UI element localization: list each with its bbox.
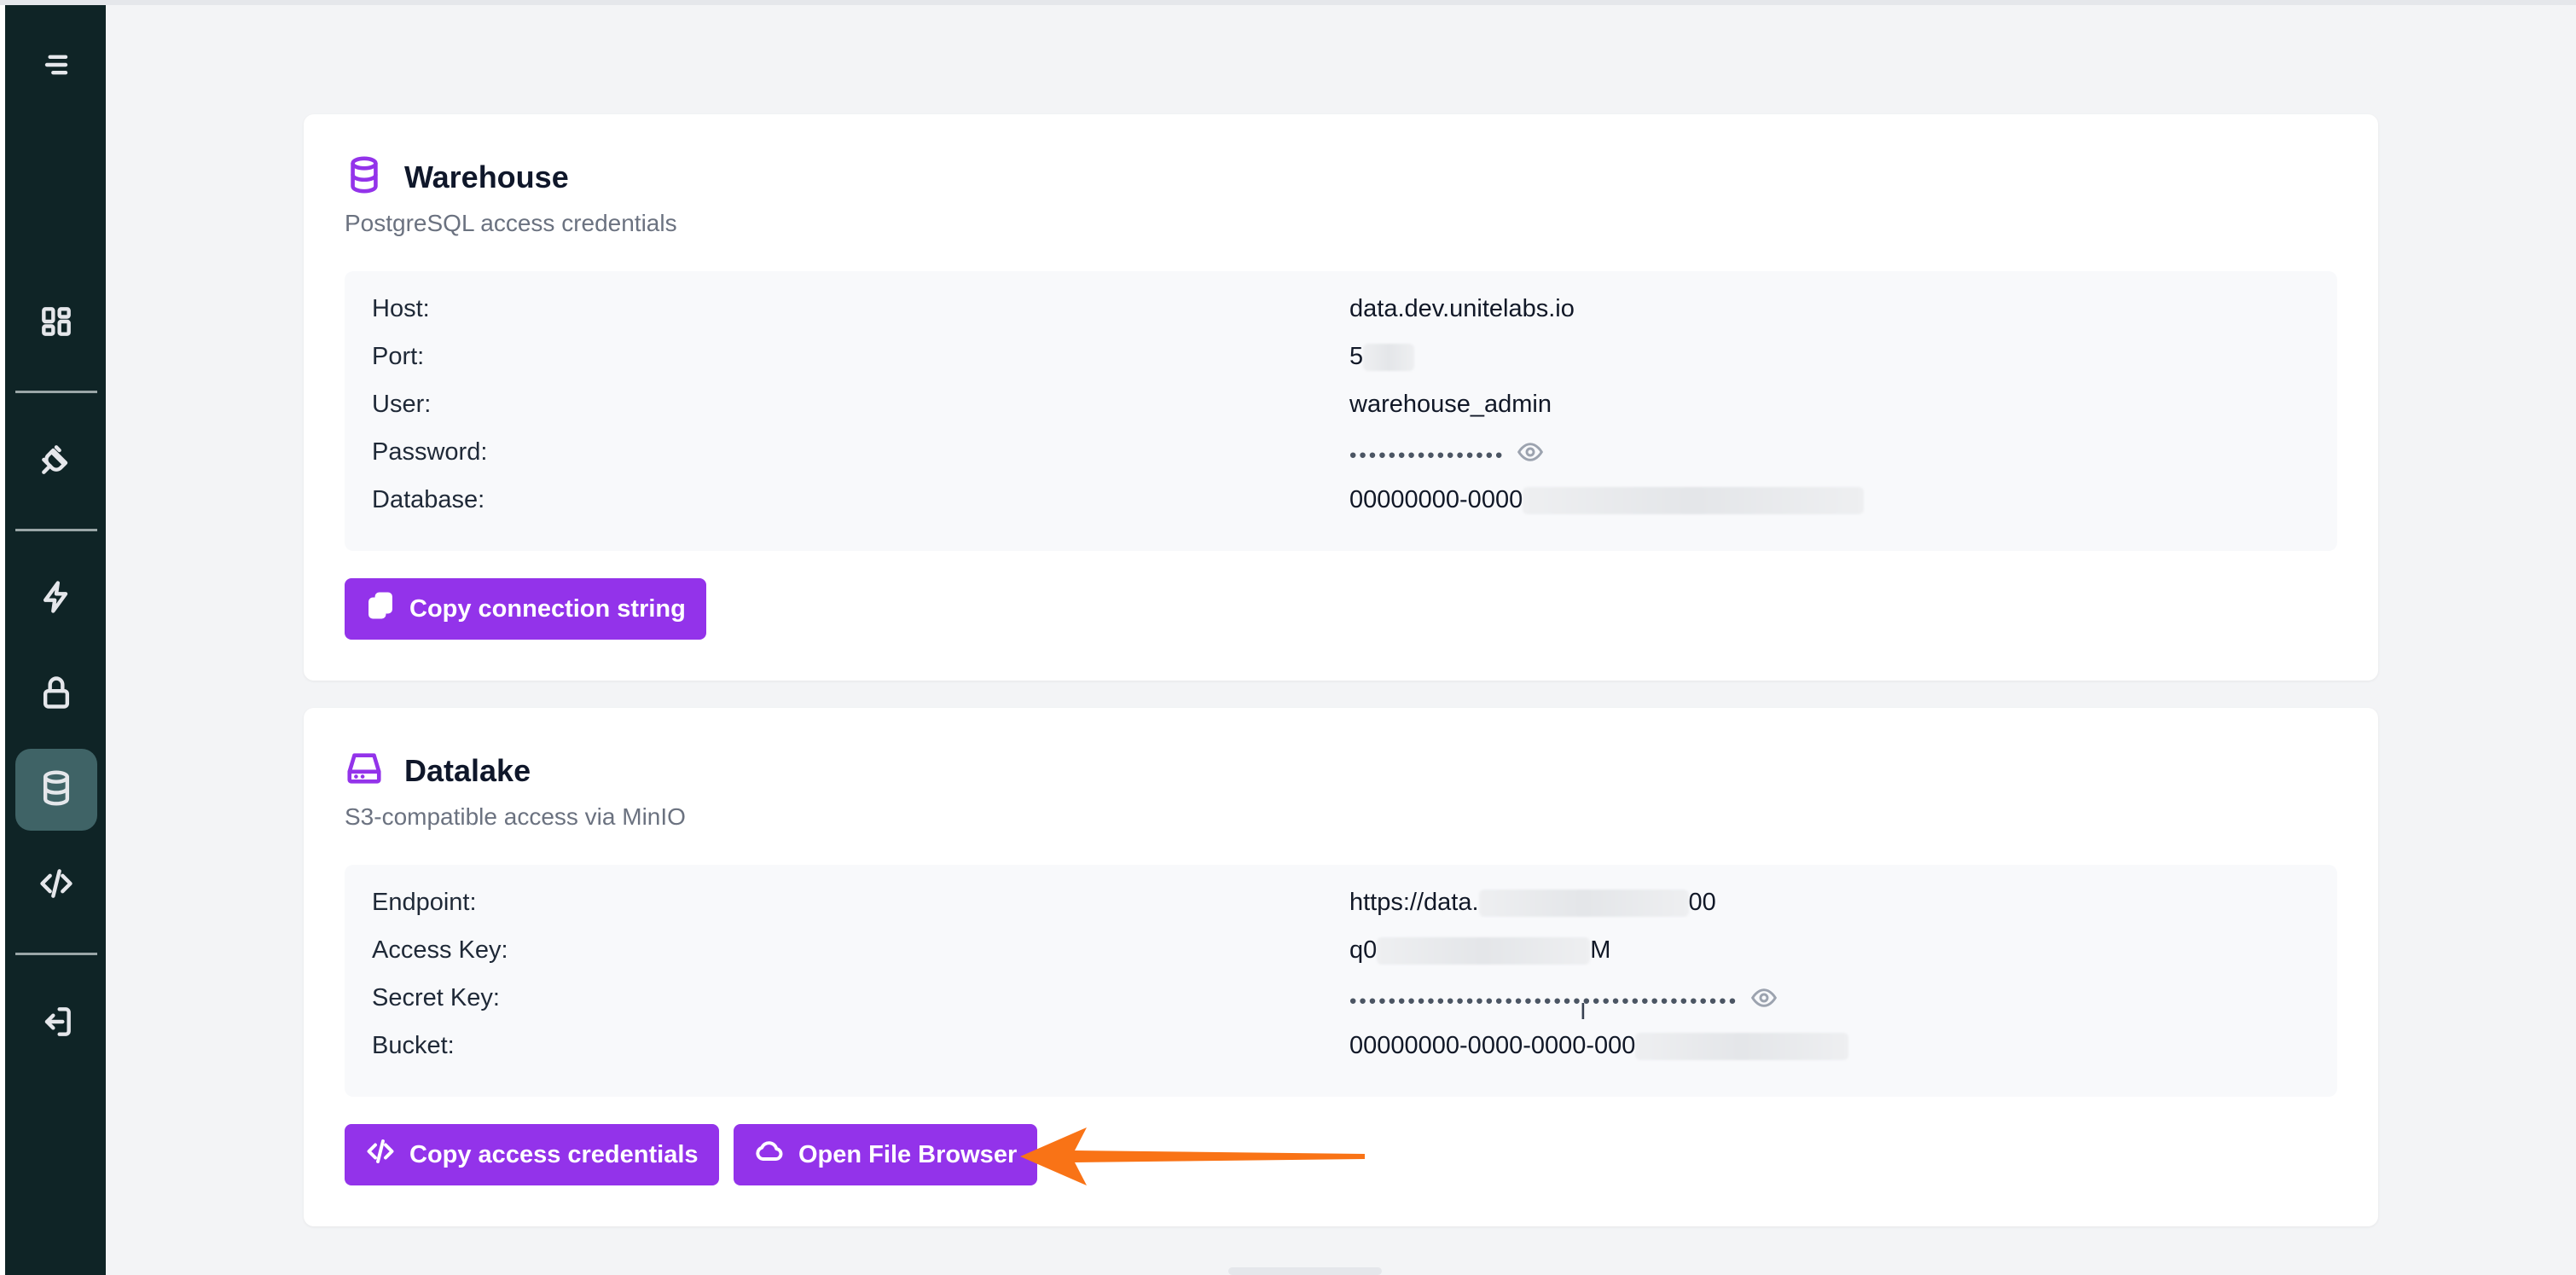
datalake-title: Datalake xyxy=(404,752,531,788)
open-file-browser-button[interactable]: Open File Browser xyxy=(734,1124,1038,1185)
sidebar-divider xyxy=(15,953,97,955)
credential-value: •••••••••••••••• xyxy=(1349,438,1544,472)
warehouse-header: Warehouse xyxy=(345,155,569,199)
redacted-area xyxy=(1635,1033,1849,1061)
endpoint-value-start: https://data. xyxy=(1349,889,1479,916)
sidebar-item-developer[interactable] xyxy=(15,844,97,926)
credential-label: User: xyxy=(372,391,432,418)
annotation-arrow xyxy=(1020,1127,1365,1185)
sidebar-item-connections[interactable] xyxy=(15,420,97,502)
secret-key-mask: •••••••••••••••••••••••••••••••••••••••• xyxy=(1349,989,1739,1013)
menu-icon xyxy=(38,46,75,88)
menu-toggle-button[interactable] xyxy=(15,26,97,107)
hard-drive-icon xyxy=(345,749,384,792)
database-icon xyxy=(345,155,384,199)
show-password-button[interactable] xyxy=(1517,438,1544,472)
credential-label: Database: xyxy=(372,486,485,513)
credential-row-secret-key: Secret Key: ••••••••••••••••••••••••••••… xyxy=(372,976,2310,1023)
button-label: Copy access credentials xyxy=(409,1140,699,1168)
datalake-subtitle: S3-compatible access via MinIO xyxy=(345,803,686,830)
credential-row-endpoint: Endpoint: https://data. 00 xyxy=(372,880,2310,928)
credential-row-database: Database: 00000000-0000 xyxy=(372,478,2310,525)
lock-icon xyxy=(38,674,75,716)
sidebar-item-logout[interactable] xyxy=(15,982,97,1064)
credential-value[interactable]: data.dev.unitelabs.io xyxy=(1349,295,1575,323)
credential-value[interactable]: q0 M xyxy=(1349,936,1610,965)
sidebar-item-data[interactable] xyxy=(15,749,97,831)
plug-icon xyxy=(38,441,75,483)
warehouse-credentials: Host: data.dev.unitelabs.io Port: 5 User… xyxy=(345,271,2337,551)
copy-access-credentials-button[interactable]: Copy access credentials xyxy=(345,1124,719,1185)
credential-label: Password: xyxy=(372,438,488,466)
access-key-start: q0 xyxy=(1349,936,1378,964)
credential-label: Access Key: xyxy=(372,936,508,964)
sidebar-divider xyxy=(15,391,97,393)
credential-row-bucket: Bucket: 00000000-0000-0000-000 xyxy=(372,1023,2310,1071)
sidebar-item-dashboard[interactable] xyxy=(15,282,97,364)
warehouse-title: Warehouse xyxy=(404,159,569,194)
bucket-value-visible: 00000000-0000-0000-000 xyxy=(1349,1032,1636,1059)
credential-value[interactable]: 00000000-0000 xyxy=(1349,486,1865,515)
eye-icon xyxy=(1750,988,1778,1017)
credential-row-port: Port: 5 xyxy=(372,334,2310,382)
datalake-header: Datalake xyxy=(345,749,531,792)
warehouse-card: Warehouse PostgreSQL access credentials … xyxy=(304,114,2378,681)
eye-icon xyxy=(1517,443,1544,472)
button-label: Copy connection string xyxy=(409,594,686,623)
text-cursor-icon: I xyxy=(1580,998,1587,1024)
credential-label: Port: xyxy=(372,343,425,370)
access-key-end: M xyxy=(1590,936,1611,964)
code-icon xyxy=(38,865,75,907)
credential-label: Secret Key: xyxy=(372,984,500,1011)
credential-value[interactable]: https://data. 00 xyxy=(1349,889,1716,918)
redacted-area xyxy=(1478,890,1689,918)
warehouse-subtitle: PostgreSQL access credentials xyxy=(345,210,677,236)
sidebar-divider xyxy=(15,529,97,531)
credential-row-user: User: warehouse_admin xyxy=(372,382,2310,430)
cloud-icon xyxy=(754,1136,798,1174)
copy-icon xyxy=(365,590,409,628)
credential-label: Host: xyxy=(372,295,430,322)
credential-label: Bucket: xyxy=(372,1032,455,1059)
credential-value[interactable]: 00000000-0000-0000-000 xyxy=(1349,1032,1849,1061)
credential-value[interactable]: 5 xyxy=(1349,343,1415,372)
redacted-area xyxy=(1377,937,1591,965)
sidebar-item-security[interactable] xyxy=(15,653,97,735)
scroll-indicator xyxy=(1228,1267,1382,1275)
credential-label: Endpoint: xyxy=(372,889,477,916)
credential-row-host: Host: data.dev.unitelabs.io xyxy=(372,287,2310,334)
sidebar xyxy=(0,5,106,1275)
redacted-area xyxy=(1363,344,1415,372)
database-icon xyxy=(38,769,75,811)
code-icon xyxy=(365,1136,409,1174)
password-mask: •••••••••••••••• xyxy=(1349,443,1506,467)
show-secret-key-button[interactable] xyxy=(1750,984,1778,1018)
sidebar-item-automations[interactable] xyxy=(15,558,97,640)
credential-row-access-key: Access Key: q0 M xyxy=(372,928,2310,976)
port-value-visible: 5 xyxy=(1349,343,1364,370)
dashboard-icon xyxy=(38,303,75,345)
redacted-area xyxy=(1523,487,1865,515)
database-value-visible: 00000000-0000 xyxy=(1349,486,1523,513)
credential-row-password: Password: •••••••••••••••• xyxy=(372,430,2310,478)
lightning-icon xyxy=(38,578,75,620)
credential-value: •••••••••••••••••••••••••••••••••••••••• xyxy=(1349,984,1778,1018)
endpoint-value-end: 00 xyxy=(1688,889,1716,916)
top-border xyxy=(0,0,2576,5)
datalake-credentials: Endpoint: https://data. 00 Access Key: q0… xyxy=(345,865,2337,1097)
copy-connection-string-button[interactable]: Copy connection string xyxy=(345,578,706,640)
credential-value[interactable]: warehouse_admin xyxy=(1349,391,1552,419)
logout-icon xyxy=(38,1003,75,1045)
button-label: Open File Browser xyxy=(798,1140,1018,1168)
